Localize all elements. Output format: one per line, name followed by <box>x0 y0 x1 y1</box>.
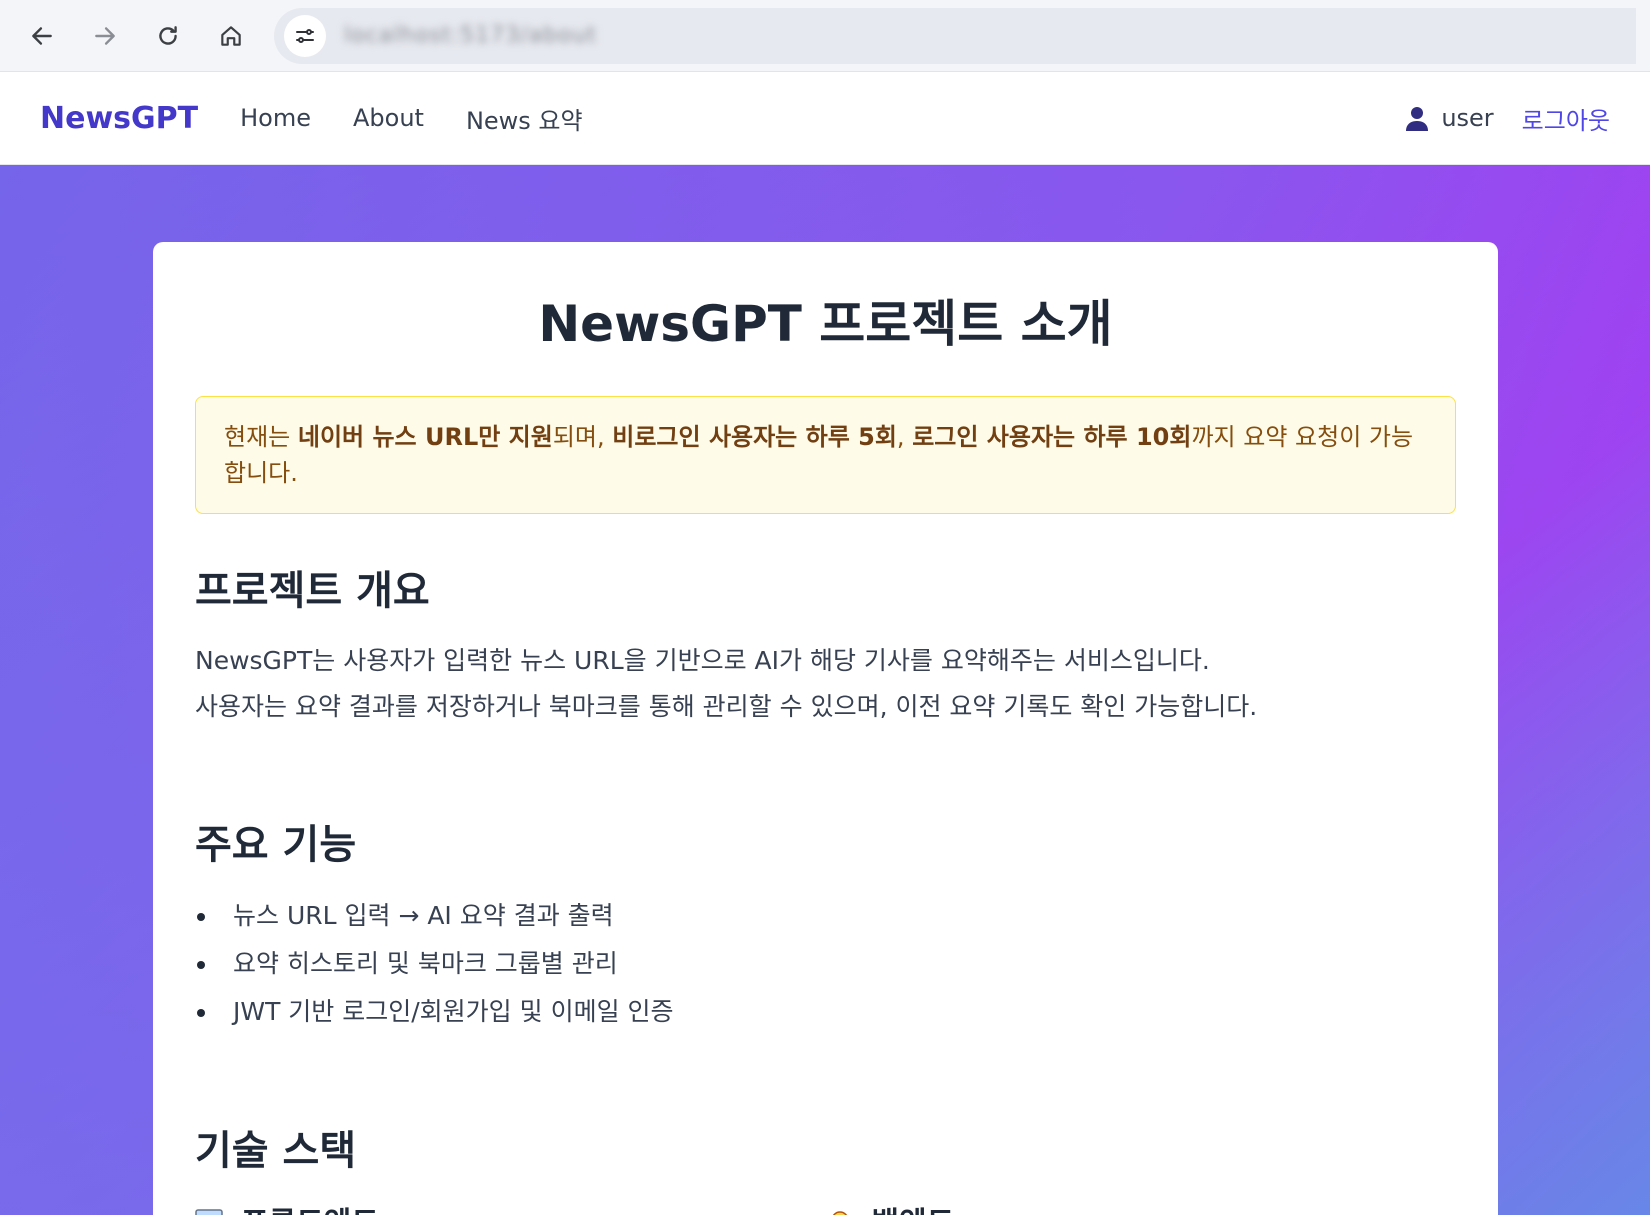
tech-stack-row: 프론트엔드 백엔드 <box>195 1198 1456 1215</box>
notice-text: , <box>896 423 913 451</box>
url-text[interactable]: localhost:5173/about <box>344 23 597 48</box>
username: user <box>1441 104 1494 132</box>
tech-stack-heading: 기술 스택 <box>195 1128 357 1174</box>
overview-paragraph: NewsGPT는 사용자가 입력한 뉴스 URL을 기반으로 AI가 해당 기사… <box>195 638 1456 730</box>
back-button[interactable] <box>14 8 70 64</box>
forward-button[interactable] <box>77 8 133 64</box>
overview-line: 사용자는 요약 결과를 저장하거나 북마크를 통해 관리할 수 있으며, 이전 … <box>195 692 1258 721</box>
stack-frontend: 프론트엔드 <box>195 1198 826 1215</box>
stack-backend-label: 백엔드 <box>872 1198 955 1215</box>
hero-background: NewsGPT 프로젝트 소개 현재는 네이버 뉴스 URL만 지원되며, 비로… <box>0 165 1650 1215</box>
user-icon <box>1406 107 1429 131</box>
notice-emphasis: 로그인 사용자는 하루 10회 <box>912 423 1192 451</box>
site-info-button[interactable] <box>284 14 326 57</box>
page-title: NewsGPT 프로젝트 소개 <box>538 295 1113 353</box>
usage-notice: 현재는 네이버 뉴스 URL만 지원되며, 비로그인 사용자는 하루 5회, 로… <box>195 396 1456 514</box>
stack-backend: 백엔드 <box>826 1198 1457 1215</box>
features-list: 뉴스 URL 입력 → AI 요약 결과 출력 요약 히스토리 및 북마크 그룹… <box>195 892 1456 1036</box>
feature-item: JWT 기반 로그인/회원가입 및 이메일 인증 <box>195 988 1456 1036</box>
address-bar[interactable]: localhost:5173/about <box>274 7 1636 64</box>
monitor-icon <box>195 1209 223 1215</box>
reload-button[interactable] <box>140 8 196 64</box>
nav-link-news-summary[interactable]: News 요약 <box>466 101 583 136</box>
nav-link-home[interactable]: Home <box>240 104 311 132</box>
brand-logo[interactable]: NewsGPT <box>40 101 198 136</box>
arrow-right-icon <box>95 26 115 45</box>
notice-text: 현재는 <box>224 423 298 451</box>
notice-emphasis: 네이버 뉴스 URL만 지원 <box>297 423 553 451</box>
user-info: user <box>1405 104 1494 132</box>
app-navbar: NewsGPT Home About News 요약 user 로그아웃 <box>0 72 1650 165</box>
feature-item: 요약 히스토리 및 북마크 그룹별 관리 <box>195 940 1456 988</box>
reload-icon <box>159 25 177 45</box>
browser-toolbar: localhost:5173/about <box>0 0 1650 72</box>
arrow-left-icon <box>32 26 52 45</box>
overview-heading: 프로젝트 개요 <box>195 568 430 614</box>
nav-link-about[interactable]: About <box>353 104 424 132</box>
features-heading: 주요 기능 <box>195 822 357 868</box>
logout-link[interactable]: 로그아웃 <box>1522 101 1610 136</box>
notice-emphasis: 비로그인 사용자는 하루 5회 <box>612 423 897 451</box>
overview-line: NewsGPT는 사용자가 입력한 뉴스 URL을 기반으로 AI가 해당 기사… <box>195 646 1210 675</box>
tune-icon <box>296 28 314 43</box>
gear-icon <box>832 1211 847 1215</box>
home-button[interactable] <box>203 8 259 64</box>
stack-frontend-label: 프론트엔드 <box>241 1198 379 1215</box>
feature-item: 뉴스 URL 입력 → AI 요약 결과 출력 <box>195 892 1456 940</box>
about-card: NewsGPT 프로젝트 소개 현재는 네이버 뉴스 URL만 지원되며, 비로… <box>153 242 1498 1215</box>
notice-text: 되며, <box>552 423 613 451</box>
home-icon <box>221 25 241 46</box>
